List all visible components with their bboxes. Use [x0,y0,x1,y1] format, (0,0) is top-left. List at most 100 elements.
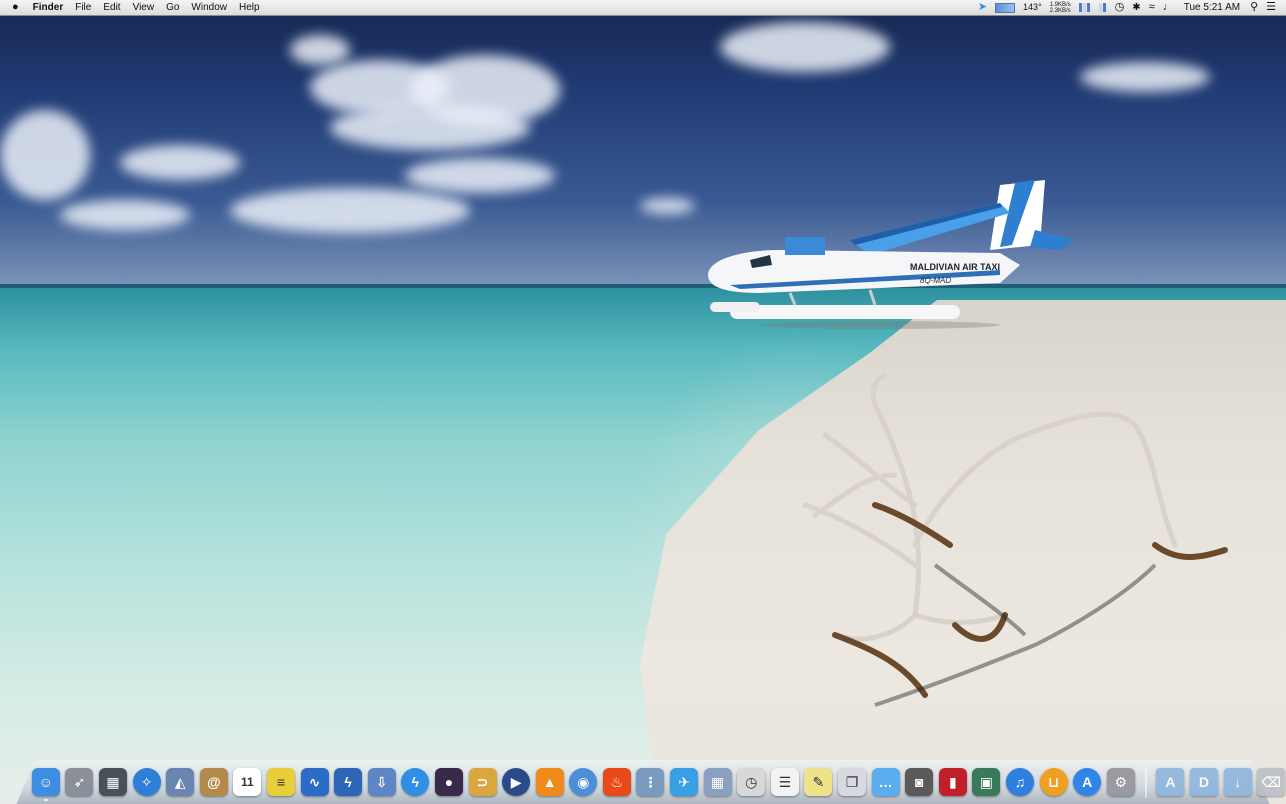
plane-registration-text: 8Q-MAD [920,276,951,285]
flame-icon: ♨ [602,768,631,796]
dock-item-downloader[interactable]: ⇩ [366,766,398,798]
dock-item-calendar[interactable]: 11 [232,766,264,798]
document-icon: ☰ [770,768,799,796]
dock-item-photo-booth[interactable]: ◙ [903,766,935,798]
gear-icon: ⚙ [1106,768,1135,796]
speech-bubble-icon: … [871,768,900,796]
download-tray-icon: ⇩ [367,768,396,796]
applications-folder-icon: A [1156,768,1185,796]
dock-item-pages[interactable]: ❐ [836,766,868,798]
grid-icon: ▦ [703,768,732,796]
notification-center-icon[interactable]: ☰ [1262,0,1280,15]
cpu-meter-icon[interactable] [991,0,1019,15]
paperclip-icon: ⊃ [468,768,497,796]
dock-item-launchpad[interactable]: ➶ [64,766,96,798]
cloud [1080,62,1210,92]
dock-item-notes[interactable]: ✎ [803,766,835,798]
dock-item-safari[interactable]: ✧ [131,766,163,798]
menu-clock[interactable]: Tue 5:21 AM [1178,0,1246,15]
cloud [290,35,350,65]
dock-item-vlc[interactable]: ▲ [534,766,566,798]
dock-item-stickies[interactable]: ≡ [265,766,297,798]
downloads-folder-icon: ↓ [1223,768,1252,796]
cloud [120,145,240,180]
dock-item-calendar-grid[interactable]: ▦ [702,766,734,798]
dock-item-textedit[interactable]: ☰ [769,766,801,798]
wifi-icon[interactable]: ≈ [1145,0,1159,15]
preview-icon: ◭ [166,768,195,796]
temperature-status[interactable]: 143° [1019,0,1046,15]
menu-help[interactable]: Help [233,0,266,15]
photos-icon: ▣ [972,768,1001,796]
bluetooth-icon[interactable]: ✱ [1128,0,1144,15]
bowler-hat-icon: ● [434,768,463,796]
dock-item-documents[interactable]: D [1188,766,1220,798]
chrome-icon: ◉ [569,768,598,796]
plane-livery-text: MALDIVIAN AIR TAXI [910,262,1000,272]
address-book-icon: @ [199,768,228,796]
dock-item-contacts[interactable]: @ [198,766,230,798]
dock-item-itunes[interactable]: ♫ [1004,766,1036,798]
dock-item-burn[interactable]: ♨ [601,766,633,798]
dock-item-clock[interactable]: ◷ [735,766,767,798]
cloud [405,158,555,193]
menu-file[interactable]: File [69,0,97,15]
dock-item-messages[interactable]: … [870,766,902,798]
traffic-cone-icon: ▲ [535,768,564,796]
dock-item-alfred[interactable]: ● [433,766,465,798]
desktop[interactable]: MALDIVIAN AIR TAXI 8Q-MAD ● Finder File … [0,0,1286,804]
menu-window[interactable]: Window [185,0,233,15]
dock-item-downloads[interactable]: ↓ [1222,766,1254,798]
bolt-circle-icon: ϟ [401,768,430,796]
cloud [640,198,695,214]
horizon [0,284,1286,288]
app-menu-finder[interactable]: Finder [27,0,70,15]
dock-item-zipper[interactable]: ⋮ [635,766,667,798]
menu-view[interactable]: View [127,0,161,15]
network-speed-status[interactable]: 1.9KB/s 2.3KB/s [1046,0,1075,15]
cloud [330,105,530,150]
network-download-rate: 2.3KB/s [1049,7,1071,14]
dock-item-activity[interactable]: ∿ [299,766,331,798]
menu-go[interactable]: Go [160,0,185,15]
cloud [60,200,190,230]
memory-meter-icon[interactable] [1075,0,1095,15]
dock-item-clipboard[interactable]: ⊃ [467,766,499,798]
dock-item-twitter[interactable]: ✈ [668,766,700,798]
dock-item-iphoto[interactable]: ▣ [971,766,1003,798]
dock-separator [1144,768,1147,798]
red-book-icon: ▮ [938,768,967,796]
dock-item-photo-book[interactable]: ▮ [937,766,969,798]
disk-meter-icon[interactable] [1095,0,1111,15]
dock-item-finder[interactable]: ☺ [30,766,62,801]
dock-item-reeder[interactable]: ϟ [332,766,364,798]
notepad-icon: ✎ [804,768,833,796]
dock-item-ibooks[interactable]: ⊔ [1038,766,1070,798]
cloud [0,110,90,200]
menu-edit[interactable]: Edit [97,0,126,15]
pages-icon: ❐ [838,768,867,796]
dock-item-mission-control[interactable]: ▦ [97,766,129,798]
dock-item-app-store[interactable]: A [1071,766,1103,798]
stickies-icon: ≡ [266,768,295,796]
dock-item-applications[interactable]: A [1155,766,1187,798]
volume-icon[interactable]: ♩ [1159,0,1178,15]
calendar-icon: 11 [233,768,262,796]
music-note-icon: ♫ [1006,768,1035,796]
trash-icon: ⌫ [1257,768,1286,796]
dock-item-trash[interactable]: ⌫ [1255,766,1286,798]
dock-item-chrome[interactable]: ◉ [568,766,600,798]
spotlight-search-icon[interactable]: ⚲ [1246,0,1262,15]
dock-item-system-preferences[interactable]: ⚙ [1105,766,1137,798]
lightning-bolt-icon: ϟ [334,768,363,796]
finder-icon: ☺ [31,768,60,796]
time-machine-icon[interactable]: ◷ [1111,0,1129,15]
twitter-status-icon[interactable]: ➤ [974,0,991,15]
apple-menu-icon[interactable]: ● [0,0,27,15]
dock-item-sparrow[interactable]: ϟ [400,766,432,798]
compass-icon: ✧ [132,768,161,796]
dock-item-media-player[interactable]: ▶ [500,766,532,798]
app-store-icon: A [1073,768,1102,796]
dock-item-preview[interactable]: ◭ [164,766,196,798]
driftwood-branch [802,372,1228,707]
